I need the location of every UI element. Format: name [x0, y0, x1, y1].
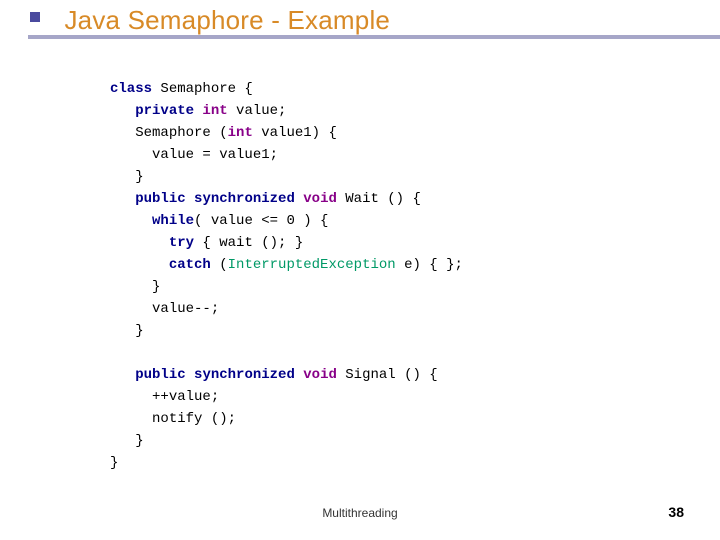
code-line: notify ();	[110, 411, 236, 427]
code-line: }	[110, 433, 144, 449]
slide-title-bar: Java Semaphore - Example	[28, 5, 720, 39]
code-line: }	[110, 279, 160, 295]
code-line: }	[110, 323, 144, 339]
code-line: while( value <= 0 ) {	[110, 213, 328, 229]
code-line: Semaphore (int value1) {	[110, 125, 337, 141]
code-line: private int value;	[110, 103, 286, 119]
code-block: class Semaphore { private int value; Sem…	[110, 56, 463, 474]
code-line: try { wait (); }	[110, 235, 303, 251]
code-line: }	[110, 455, 118, 471]
code-line: class Semaphore {	[110, 81, 253, 97]
code-line: catch (InterruptedException e) { };	[110, 257, 463, 273]
code-line: value--;	[110, 301, 219, 317]
code-line: ++value;	[110, 389, 219, 405]
code-line: }	[110, 169, 144, 185]
page-number: 38	[668, 504, 684, 520]
footer-text: Multithreading	[0, 506, 720, 520]
title-bullet-icon	[28, 10, 50, 32]
code-line: public synchronized void Wait () {	[110, 191, 421, 207]
code-line: public synchronized void Signal () {	[110, 367, 438, 383]
code-line: value = value1;	[110, 147, 278, 163]
slide-title: Java Semaphore - Example	[64, 5, 390, 35]
